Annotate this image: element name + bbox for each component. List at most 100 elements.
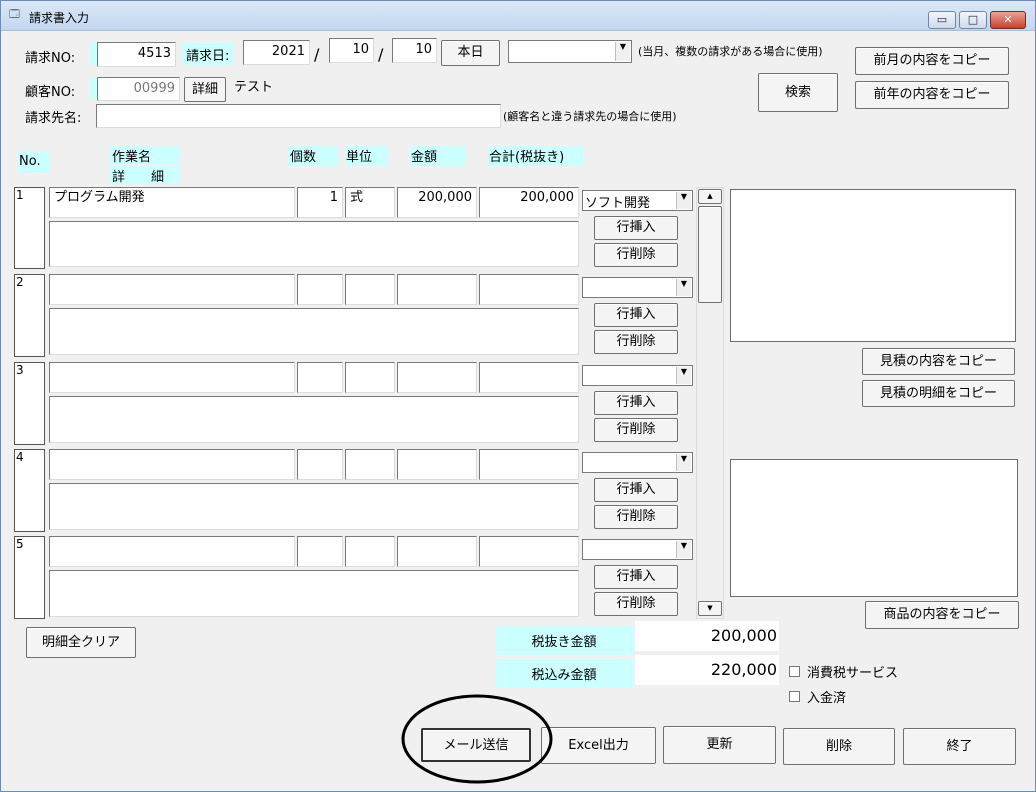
- qty-field[interactable]: [297, 274, 343, 305]
- amount-field[interactable]: [397, 449, 477, 480]
- qty-field[interactable]: [297, 449, 343, 480]
- insert-row-button[interactable]: 行挿入: [594, 565, 678, 589]
- category-select[interactable]: ▼: [582, 365, 693, 386]
- date-separator: /: [378, 45, 384, 64]
- title-bar: 🗔 請求書入力 ▭ □ ✕: [1, 1, 1035, 31]
- work-name-field[interactable]: [49, 449, 295, 480]
- chevron-down-icon[interactable]: ▼: [676, 367, 691, 384]
- period-select[interactable]: ▼: [508, 40, 632, 63]
- work-name-field[interactable]: [49, 536, 295, 567]
- copy-estimate-detail-button[interactable]: 見積の明細をコピー: [862, 380, 1015, 407]
- window-title: 請求書入力: [29, 11, 90, 25]
- delete-row-button[interactable]: 行削除: [594, 330, 678, 354]
- minimize-button[interactable]: ▭: [928, 11, 956, 29]
- insert-row-button[interactable]: 行挿入: [594, 216, 678, 240]
- delete-button[interactable]: 削除: [783, 728, 895, 765]
- qty-field[interactable]: 1: [297, 187, 343, 218]
- qty-field[interactable]: [297, 362, 343, 393]
- detail-field[interactable]: [49, 483, 579, 530]
- period-note: (当月、複数の請求がある場合に使用): [638, 45, 823, 58]
- label-highlight: [89, 43, 97, 65]
- subtotal-field[interactable]: [479, 449, 579, 480]
- category-select[interactable]: ▼: [582, 277, 693, 298]
- year-field[interactable]: 2021: [243, 40, 310, 65]
- billing-note: (顧客名と違う請求先の場合に使用): [503, 110, 677, 123]
- pretax-value: 200,000: [635, 621, 779, 651]
- unit-field[interactable]: [345, 449, 395, 480]
- search-button[interactable]: 検索: [758, 73, 838, 112]
- copy-prev-month-button[interactable]: 前月の内容をコピー: [855, 47, 1009, 75]
- subtotal-field[interactable]: [479, 536, 579, 567]
- col-amount: 金額: [409, 146, 466, 166]
- category-select[interactable]: ▼: [582, 452, 693, 473]
- scroll-thumb[interactable]: [698, 206, 722, 303]
- customer-no-field[interactable]: 00999: [97, 77, 180, 101]
- tax-service-checkbox[interactable]: [789, 666, 800, 677]
- product-preview-box[interactable]: [730, 459, 1018, 597]
- amount-field[interactable]: 200,000: [397, 187, 477, 218]
- close-button[interactable]: ✕: [990, 11, 1026, 29]
- row-number: 4: [14, 449, 45, 532]
- unit-field[interactable]: [345, 536, 395, 567]
- paid-checkbox[interactable]: [789, 691, 800, 702]
- billing-name-field[interactable]: [96, 104, 501, 128]
- billing-name-label: 請求先名:: [25, 111, 82, 126]
- delete-row-button[interactable]: 行削除: [594, 505, 678, 529]
- maximize-button[interactable]: □: [959, 11, 987, 29]
- qty-field[interactable]: [297, 536, 343, 567]
- amount-field[interactable]: [397, 536, 477, 567]
- chevron-down-icon[interactable]: ▼: [676, 279, 691, 296]
- work-name-field[interactable]: [49, 362, 295, 393]
- detail-field[interactable]: [49, 221, 579, 267]
- insert-row-button[interactable]: 行挿入: [594, 478, 678, 502]
- row-number: 3: [14, 362, 45, 445]
- customer-detail-button[interactable]: 詳細: [184, 77, 226, 102]
- today-button[interactable]: 本日: [441, 40, 500, 66]
- taxin-value: 220,000: [635, 655, 779, 685]
- row-number: 2: [14, 274, 45, 357]
- delete-row-button[interactable]: 行削除: [594, 243, 678, 267]
- subtotal-field[interactable]: [479, 274, 579, 305]
- invoice-date-label: 請求日:: [182, 43, 234, 65]
- paid-label: 入金済: [807, 691, 847, 706]
- update-button[interactable]: 更新: [663, 726, 776, 764]
- clear-all-details-button[interactable]: 明細全クリア: [26, 627, 136, 658]
- chevron-down-icon[interactable]: ▼: [676, 541, 691, 558]
- invoice-no-field[interactable]: 4513: [97, 42, 176, 67]
- chevron-down-icon[interactable]: ▼: [615, 42, 630, 61]
- amount-field[interactable]: [397, 362, 477, 393]
- detail-field[interactable]: [49, 570, 579, 617]
- unit-field[interactable]: [345, 362, 395, 393]
- scroll-up-button[interactable]: ▲: [698, 189, 722, 204]
- category-select[interactable]: ソフト開発 ▼: [582, 190, 693, 211]
- day-field[interactable]: 10: [392, 38, 437, 63]
- amount-field[interactable]: [397, 274, 477, 305]
- unit-field[interactable]: [345, 274, 395, 305]
- chevron-down-icon[interactable]: ▼: [676, 454, 691, 471]
- chevron-down-icon[interactable]: ▼: [676, 192, 691, 209]
- copy-product-content-button[interactable]: 商品の内容をコピー: [865, 601, 1019, 629]
- delete-row-button[interactable]: 行削除: [594, 418, 678, 442]
- label-highlight: [89, 77, 97, 99]
- detail-field[interactable]: [49, 308, 579, 355]
- estimate-preview-box[interactable]: [730, 189, 1016, 342]
- month-field[interactable]: 10: [329, 38, 374, 63]
- detail-field[interactable]: [49, 396, 579, 443]
- row-number: 5: [14, 536, 45, 619]
- copy-prev-year-button[interactable]: 前年の内容をコピー: [855, 81, 1009, 109]
- exit-button[interactable]: 終了: [903, 728, 1016, 765]
- copy-estimate-content-button[interactable]: 見積の内容をコピー: [862, 348, 1015, 375]
- subtotal-field[interactable]: 200,000: [479, 187, 579, 218]
- insert-row-button[interactable]: 行挿入: [594, 391, 678, 415]
- work-name-field[interactable]: [49, 274, 295, 305]
- category-select-value: ソフト開発: [585, 196, 651, 211]
- unit-field[interactable]: 式: [345, 187, 395, 218]
- work-name-field[interactable]: プログラム開発: [49, 187, 295, 218]
- date-separator: /: [314, 45, 320, 64]
- rows-scrollbar[interactable]: ▲ ▼: [696, 187, 724, 619]
- delete-row-button[interactable]: 行削除: [594, 592, 678, 616]
- subtotal-field[interactable]: [479, 362, 579, 393]
- category-select[interactable]: ▼: [582, 539, 693, 560]
- scroll-down-button[interactable]: ▼: [698, 601, 722, 616]
- insert-row-button[interactable]: 行挿入: [594, 303, 678, 327]
